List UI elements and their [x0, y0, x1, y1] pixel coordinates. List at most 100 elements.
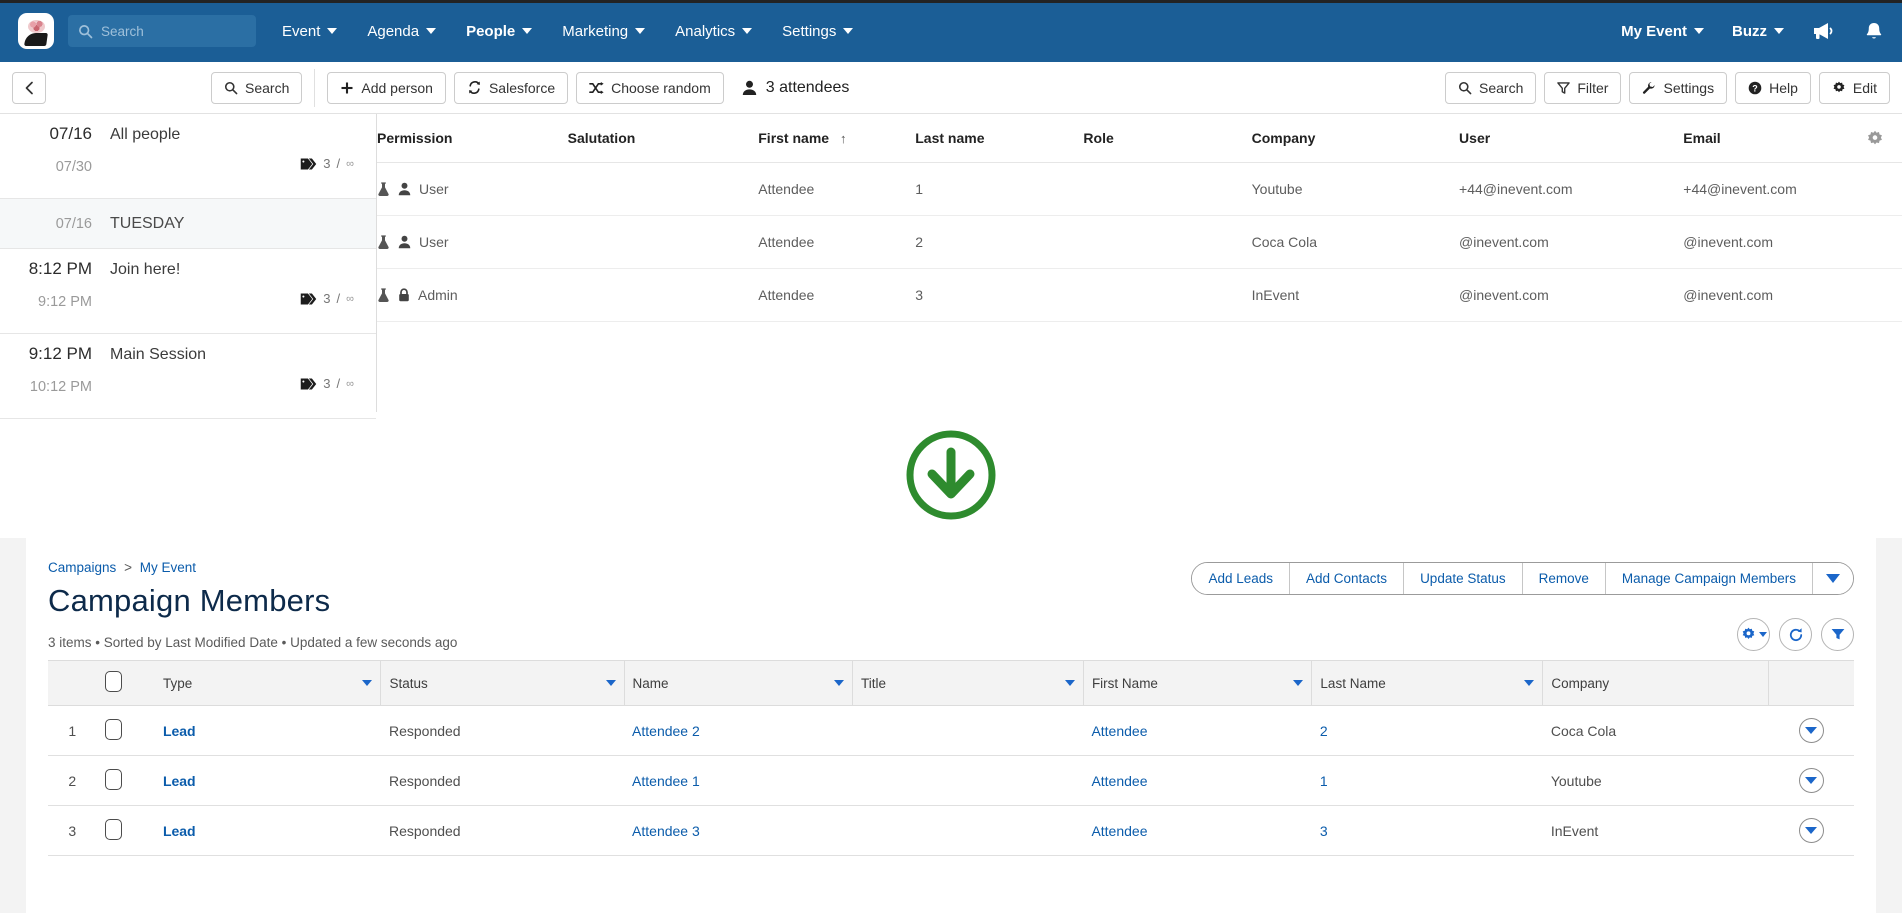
chevron-down-icon[interactable] [362, 680, 373, 686]
col-select-all[interactable] [96, 660, 155, 706]
col-company[interactable]: Company [1542, 660, 1770, 706]
breadcrumb-my-event-link[interactable]: My Event [140, 560, 196, 575]
event-logo-icon[interactable] [18, 13, 54, 49]
nav-item-my-event[interactable]: My Event [1621, 23, 1704, 40]
cell-company: Youtube [1542, 755, 1769, 806]
col-label: Name [632, 675, 669, 691]
type-link[interactable]: Lead [163, 823, 196, 839]
table-row[interactable]: 2 Lead Responded Attendee 1 Attendee 1 Y… [48, 755, 1854, 806]
nav-item-agenda[interactable]: Agenda [367, 23, 437, 40]
manage-campaign-members-button[interactable]: Manage Campaign Members [1605, 563, 1813, 594]
col-salutation[interactable]: Salutation [567, 114, 759, 163]
help-button[interactable]: ? Help [1735, 71, 1811, 104]
col-user[interactable]: User [1459, 114, 1684, 163]
global-search-placeholder: Search [101, 23, 144, 39]
nav-item-buzz[interactable]: Buzz [1732, 23, 1784, 40]
megaphone-icon[interactable] [1812, 21, 1836, 41]
first-name-link[interactable]: Attendee [1091, 773, 1147, 789]
bell-icon[interactable] [1864, 21, 1884, 42]
col-last-name[interactable]: Last Name [1311, 660, 1544, 706]
caret-down-circle-icon[interactable] [1798, 768, 1824, 793]
sidebar-item-tuesday[interactable]: 07/16 TUESDAY [0, 199, 376, 249]
chevron-down-icon[interactable] [1064, 680, 1075, 686]
search-left-button[interactable]: Search [211, 71, 303, 104]
sidebar-item-join-here[interactable]: 8:12 PM Join here! 9:12 PM 3 / ∞ [0, 249, 376, 334]
caret-down-circle-icon[interactable] [1798, 718, 1824, 743]
last-name-link[interactable]: 1 [1320, 773, 1328, 789]
name-link[interactable]: Attendee 3 [632, 823, 700, 839]
col-title[interactable]: Title [852, 660, 1084, 706]
tag-sep: / [336, 156, 341, 171]
cell-user: @inevent.com [1459, 215, 1684, 269]
choose-random-button[interactable]: Choose random [576, 71, 724, 104]
cell-type: Lead [154, 705, 381, 756]
nav-item-analytics[interactable]: Analytics [675, 23, 753, 40]
chevron-down-icon[interactable] [834, 680, 845, 686]
list-settings-button[interactable] [1737, 618, 1770, 651]
nav-item-event[interactable]: Event [282, 23, 338, 40]
last-name-link[interactable]: 3 [1320, 823, 1328, 839]
filter-button[interactable]: Filter [1544, 71, 1622, 104]
checkbox-icon[interactable] [104, 768, 122, 790]
add-person-button[interactable]: Add person [327, 71, 446, 104]
col-permission[interactable]: Permission [377, 114, 568, 163]
more-actions-button[interactable] [1813, 563, 1853, 594]
salesforce-button[interactable]: Salesforce [453, 71, 569, 104]
cell-row-actions[interactable] [1768, 705, 1854, 756]
search-right-button[interactable]: Search [1445, 71, 1537, 104]
chevron-down-icon[interactable] [1293, 680, 1304, 686]
global-search-input[interactable]: Search [68, 15, 256, 47]
cell-select[interactable] [96, 705, 155, 756]
chevron-down-icon[interactable] [1524, 680, 1535, 686]
cell-select[interactable] [96, 805, 155, 856]
refresh-button[interactable] [1779, 618, 1812, 651]
col-name[interactable]: Name [624, 660, 854, 706]
col-last-name[interactable]: Last name [915, 114, 1084, 163]
caret-down-circle-icon[interactable] [1798, 818, 1824, 843]
sidebar-item-main-session[interactable]: 9:12 PM Main Session 10:12 PM 3 / ∞ [0, 334, 376, 419]
checkbox-icon[interactable] [104, 671, 122, 692]
first-name-link[interactable]: Attendee [1091, 823, 1147, 839]
nav-item-marketing[interactable]: Marketing [562, 23, 646, 40]
table-row[interactable]: User Attendee 2 Coca Cola @inevent.com @… [377, 215, 1902, 269]
cell-title [852, 755, 1084, 806]
edit-button[interactable]: Edit [1818, 71, 1890, 104]
cell-row-actions[interactable] [1768, 755, 1854, 806]
sidebar-item-all-people[interactable]: 07/16 All people 07/30 3 / ∞ [0, 114, 376, 199]
cell-select[interactable] [96, 755, 155, 806]
cell-row-actions[interactable] [1768, 805, 1854, 856]
checkbox-icon[interactable] [104, 818, 122, 840]
col-company[interactable]: Company [1251, 114, 1460, 163]
table-row[interactable]: Admin Attendee 3 InEvent @inevent.com @i… [377, 268, 1902, 322]
table-row[interactable]: 3 Lead Responded Attendee 3 Attendee 3 I… [48, 805, 1854, 856]
col-status[interactable]: Status [380, 660, 625, 706]
first-name-link[interactable]: Attendee [1091, 723, 1147, 739]
nav-item-settings[interactable]: Settings [782, 23, 854, 40]
name-link[interactable]: Attendee 1 [632, 773, 700, 789]
nav-item-people[interactable]: People [466, 23, 533, 40]
name-link[interactable]: Attendee 2 [632, 723, 700, 739]
add-leads-button[interactable]: Add Leads [1192, 563, 1291, 594]
funnel-icon [1830, 627, 1846, 642]
last-name-link[interactable]: 2 [1320, 723, 1328, 739]
table-row[interactable]: User Attendee 1 Youtube +44@inevent.com … [377, 162, 1902, 216]
checkbox-icon[interactable] [104, 718, 122, 740]
filter-button[interactable] [1821, 618, 1854, 651]
col-first-name[interactable]: First Name [1083, 660, 1313, 706]
chevron-down-icon[interactable] [605, 680, 616, 686]
col-first-name[interactable]: First name ↑ [758, 114, 916, 163]
col-type[interactable]: Type [154, 660, 382, 706]
col-role[interactable]: Role [1083, 114, 1252, 163]
back-button[interactable] [12, 71, 46, 104]
breadcrumb-campaigns-link[interactable]: Campaigns [48, 560, 116, 575]
settings-button[interactable]: Settings [1629, 71, 1728, 104]
table-row[interactable]: 1 Lead Responded Attendee 2 Attendee 2 C… [48, 705, 1854, 756]
column-settings-button[interactable] [1862, 126, 1888, 152]
remove-button[interactable]: Remove [1522, 563, 1606, 594]
type-link[interactable]: Lead [163, 723, 196, 739]
attendee-table-container: Permission Salutation First name ↑ Last … [377, 114, 1902, 412]
update-status-button[interactable]: Update Status [1404, 563, 1523, 594]
toolbar-divider [314, 68, 316, 107]
type-link[interactable]: Lead [163, 773, 196, 789]
add-contacts-button[interactable]: Add Contacts [1290, 563, 1405, 594]
